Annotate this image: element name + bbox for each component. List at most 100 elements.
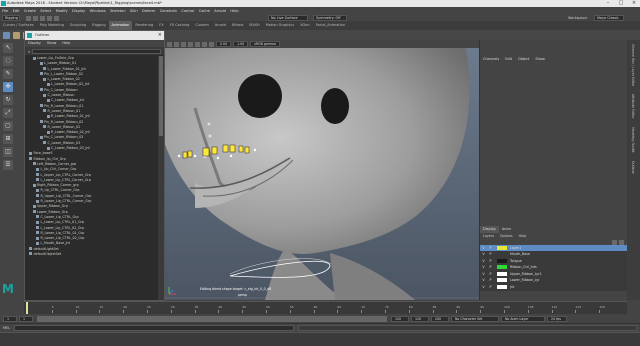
layer-color-swatch[interactable] (497, 278, 507, 283)
shelf-tool-icon[interactable] (13, 31, 20, 39)
new-layer-icon[interactable] (612, 239, 617, 245)
redo-icon[interactable] (54, 15, 59, 21)
outliner-close-icon[interactable]: × (158, 31, 162, 40)
current-time-indicator[interactable] (26, 302, 28, 314)
menu-skeleton[interactable]: Skeleton (108, 9, 128, 13)
channel-menu-edit[interactable]: Edit (502, 56, 515, 63)
layer-menu-layers[interactable]: Layers (480, 233, 497, 239)
shelf-tab-animation[interactable]: Animation (108, 21, 133, 30)
layer-playback-toggle[interactable]: P (487, 246, 494, 250)
layer-visibility-toggle[interactable]: V (480, 265, 487, 269)
menu-edit[interactable]: Edit (10, 9, 21, 13)
textured-icon[interactable] (195, 41, 200, 47)
layer-color-swatch[interactable] (497, 258, 507, 263)
menu-skin[interactable]: Skin (128, 9, 140, 13)
side-tab-outliner[interactable]: Outliner (631, 157, 635, 178)
outliner-menu-help[interactable]: Help (59, 40, 73, 47)
range-start-field[interactable]: 1 (19, 315, 33, 322)
shelf-tab-poly-modeling[interactable]: Poly Modeling (37, 21, 67, 30)
layer-menu-options[interactable]: Options (497, 233, 516, 239)
layer-row[interactable]: V Pjnt (480, 284, 627, 291)
time-slider[interactable]: 5 10 15 20 25 30 35 40 45 50 55 60 65 70 75 80 85 90 95 100… (24, 301, 627, 314)
layer-visibility-toggle[interactable]: V (480, 246, 487, 250)
menu-file[interactable]: File (0, 9, 10, 13)
rotate-tool-icon[interactable]: ↻ (3, 95, 13, 105)
channel-menu-object[interactable]: Object (515, 56, 532, 63)
layer-color-swatch[interactable] (497, 245, 507, 250)
outliner-scroll-thumb[interactable] (159, 56, 163, 136)
maximize-icon[interactable]: □ (615, 0, 627, 7)
colorspace-select[interactable]: sRGB gamma (250, 41, 280, 47)
shelf-tab-arnold[interactable]: Arnold (212, 21, 229, 30)
scale-tool-icon[interactable]: ⤢ (3, 108, 13, 118)
layer-visibility-toggle[interactable]: V (480, 278, 487, 282)
paint-tool-icon[interactable]: ✎ (3, 69, 13, 79)
move-tool-icon[interactable]: ✥ (3, 82, 13, 92)
new-layer-selected-icon[interactable] (619, 239, 624, 245)
layer-playback-toggle[interactable]: P (487, 272, 494, 276)
menu-deform[interactable]: Deform (140, 9, 158, 13)
channel-menu-show[interactable]: Show (532, 56, 547, 63)
lights-icon[interactable] (202, 41, 207, 47)
shelf-tool-icon[interactable] (3, 31, 10, 39)
character-set-select[interactable]: No Character Set (451, 315, 499, 322)
camera-icon[interactable] (167, 41, 172, 47)
shelf-tab-bifrost[interactable]: Bifrost (229, 21, 246, 30)
undo-icon[interactable] (47, 15, 52, 21)
layout-single-icon[interactable]: ▢ (3, 121, 13, 131)
menu-cache[interactable]: Cache (197, 9, 213, 13)
range-end-field[interactable]: 120 (391, 315, 409, 322)
menu-modify[interactable]: Modify (54, 9, 70, 13)
layer-visibility-toggle[interactable]: V (480, 252, 487, 256)
layer-visibility-toggle[interactable]: V (480, 259, 487, 263)
far-clip-field[interactable]: 1.00 (233, 41, 249, 47)
shelf-tab-fx[interactable]: FX (156, 21, 166, 30)
outliner-search-input[interactable] (32, 48, 161, 54)
layer-color-swatch[interactable] (497, 284, 507, 289)
select-tool-icon[interactable]: ↖ (3, 43, 13, 53)
shelf-tab-xgen[interactable]: XGen (297, 21, 312, 30)
command-input[interactable] (13, 325, 294, 331)
menu-constrain[interactable]: Constrain (158, 9, 180, 13)
grid-icon[interactable] (174, 41, 179, 47)
shelf-tab-rigging[interactable]: Rigging (89, 21, 108, 30)
layout-four-icon[interactable]: ⊞ (3, 134, 13, 144)
layer-visibility-toggle[interactable]: V (480, 272, 487, 276)
shelf-tab-curves-surfaces[interactable]: Curves / Surfaces (0, 21, 37, 30)
outliner-menu-display[interactable]: Display (25, 40, 44, 47)
minimize-icon[interactable]: – (602, 0, 614, 7)
shelf-tab-motion-graphics[interactable]: Motion Graphics (263, 21, 297, 30)
smooth-shade-icon[interactable] (188, 41, 193, 47)
menu-control[interactable]: Control (179, 9, 196, 13)
layer-playback-toggle[interactable]: P (487, 259, 494, 263)
menu-arnold[interactable]: Arnold (212, 9, 228, 13)
side-tab-attribute-editor[interactable]: Attribute Editor (631, 90, 635, 123)
side-tab-modeling-toolkit[interactable]: Modeling Toolkit (631, 123, 635, 157)
layer-playback-toggle[interactable]: P (487, 252, 494, 256)
layer-menu-help[interactable]: Help (516, 233, 530, 239)
channel-menu-channels[interactable]: Channels (480, 56, 502, 63)
layer-color-swatch[interactable] (497, 265, 507, 270)
outliner-scrollbar[interactable] (158, 56, 164, 300)
range-slider[interactable] (37, 315, 387, 322)
side-tab-channel-box-layer-editor[interactable]: Channel Box / Layer Editor (631, 40, 635, 90)
layer-color-swatch[interactable] (497, 252, 507, 257)
menu-create[interactable]: Create (22, 9, 38, 13)
end-time-field[interactable]: 120 (411, 315, 429, 322)
layer-playback-toggle[interactable]: P (487, 265, 494, 269)
wireframe-icon[interactable] (181, 41, 186, 47)
layer-tab-display[interactable]: Display (480, 226, 499, 233)
lasso-tool-icon[interactable]: ◌ (3, 56, 13, 66)
shelf-tab-facial-animation[interactable]: Facial_Animation (313, 21, 348, 30)
layer-playback-toggle[interactable]: P (487, 278, 494, 282)
fps-select[interactable]: 24 fps (547, 315, 567, 322)
outliner-layout-icon[interactable]: ☰ (3, 160, 13, 170)
end-time-field-2[interactable]: 200 (431, 315, 449, 322)
menu-help[interactable]: Help (228, 9, 241, 13)
save-scene-icon[interactable] (40, 15, 45, 21)
new-scene-icon[interactable] (26, 15, 31, 21)
shelf-tab-fx-caching[interactable]: FX Caching (167, 21, 193, 30)
shelf-tab-mash[interactable]: MASH (246, 21, 262, 30)
layer-tab-anim[interactable]: Anim (499, 226, 514, 233)
outliner-item[interactable]: defaultObjectSet (25, 252, 158, 257)
